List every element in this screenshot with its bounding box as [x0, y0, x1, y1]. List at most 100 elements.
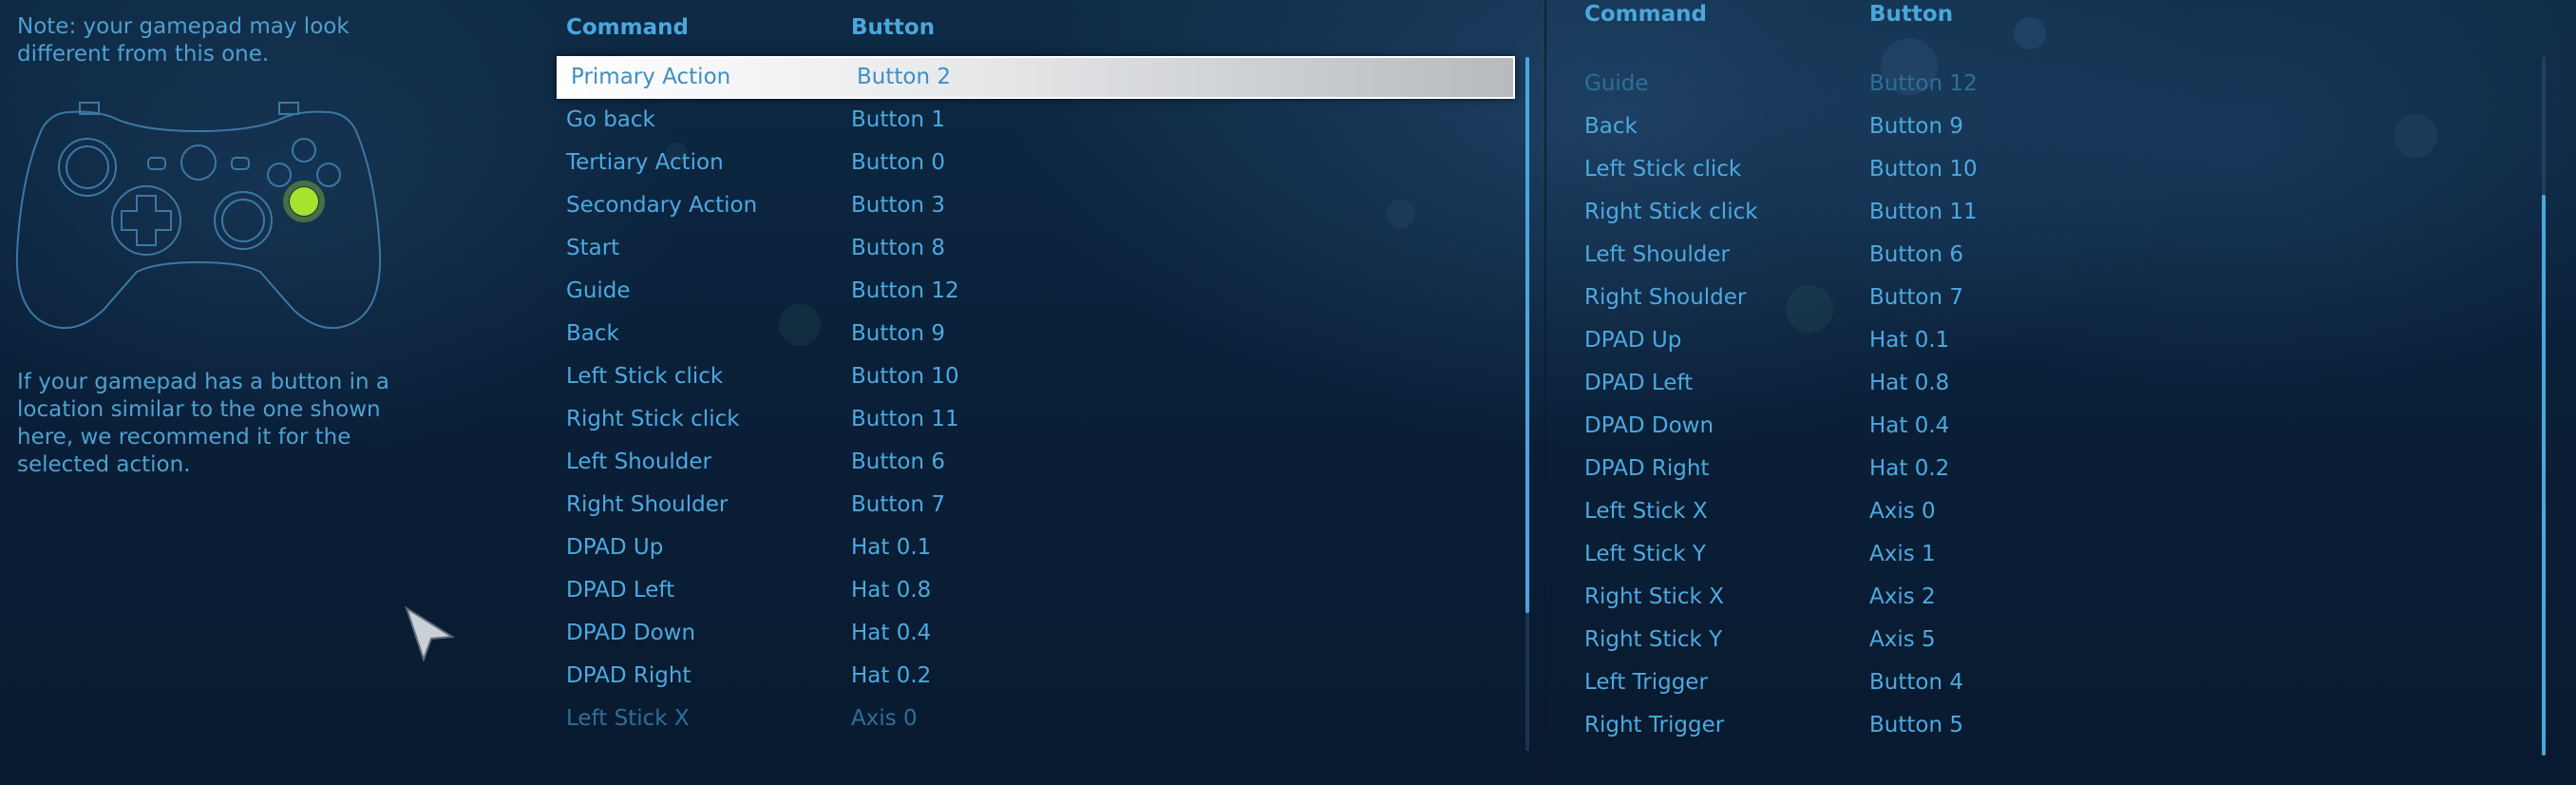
row-command: Left Stick X: [1584, 499, 1708, 524]
table-row[interactable]: Left Trigger Button 4: [1575, 661, 2430, 704]
table-row[interactable]: Right Stick Y Axis 5: [1575, 619, 2430, 661]
row-button: Button 9: [1869, 114, 1963, 139]
row-command: Left Stick Y: [1584, 542, 1706, 566]
gamepad-outline-icon: [15, 102, 382, 330]
row-command: Left Trigger: [1584, 670, 1708, 695]
table-row[interactable]: DPAD Left Hat 0.8: [557, 569, 1515, 612]
row-command: Secondary Action: [566, 193, 758, 218]
second-header-button: Button: [1869, 2, 1954, 27]
row-button: Hat 0.2: [1869, 456, 1950, 481]
row-command: Back: [1584, 114, 1638, 139]
table-row[interactable]: Back Button 9: [557, 313, 1515, 355]
table-row[interactable]: Start Button 8: [557, 227, 1515, 270]
table-row[interactable]: Guide Button 12: [1575, 63, 2430, 105]
row-command: DPAD Down: [566, 621, 696, 645]
table-row[interactable]: DPAD Down Hat 0.4: [557, 612, 1515, 655]
table-row[interactable]: Go back Button 1: [557, 99, 1515, 142]
table-row[interactable]: Left Shoulder Button 6: [1575, 234, 2430, 277]
row-command: Back: [566, 321, 619, 346]
row-command: Go back: [566, 107, 655, 132]
row-command: Right Stick X: [1584, 584, 1724, 609]
table-row[interactable]: Back Button 9: [1575, 105, 2430, 148]
row-button: Button 5: [1869, 713, 1963, 737]
row-button: Button 9: [851, 321, 945, 346]
table-row[interactable]: Left Stick click Button 10: [557, 355, 1515, 398]
row-button: Button 7: [851, 492, 945, 517]
row-button: Button 4: [1869, 670, 1963, 695]
row-command: Start: [566, 236, 620, 260]
row-button: Button 12: [851, 278, 959, 303]
table-row[interactable]: DPAD Left Hat 0.8: [1575, 362, 2430, 405]
gamepad-info: If your gamepad has a button in a locati…: [17, 370, 389, 477]
row-button: Hat 0.1: [851, 535, 932, 560]
main-header-button: Button: [851, 15, 936, 40]
row-command: Right Trigger: [1584, 713, 1725, 737]
row-button: Axis 0: [851, 706, 918, 731]
table-row[interactable]: DPAD Down Hat 0.4: [1575, 405, 2430, 448]
mouse-pointer-icon: [405, 605, 456, 663]
row-button: Hat 0.4: [851, 621, 932, 645]
row-button: Button 3: [851, 193, 945, 218]
row-button: Hat 0.8: [1869, 371, 1950, 395]
table-row[interactable]: DPAD Up Hat 0.1: [557, 527, 1515, 569]
row-button: Hat 0.1: [1869, 328, 1950, 353]
table-row[interactable]: Left Stick Y Axis 1: [1575, 533, 2430, 576]
row-button: Axis 2: [1869, 584, 1936, 609]
row-button: Hat 0.4: [1869, 413, 1950, 438]
second-scrollbar-thumb[interactable]: [2542, 195, 2546, 756]
row-button: Hat 0.2: [851, 663, 932, 688]
table-row[interactable]: DPAD Right Hat 0.2: [557, 655, 1515, 698]
table-row[interactable]: Right Trigger Button 5: [1575, 704, 2430, 747]
row-command: DPAD Down: [1584, 413, 1714, 438]
row-button: Button 6: [1869, 242, 1963, 267]
table-row[interactable]: Secondary Action Button 3: [557, 184, 1515, 227]
table-row[interactable]: DPAD Up Hat 0.1: [1575, 319, 2430, 362]
second-header-command: Command: [1584, 2, 1707, 27]
table-row[interactable]: Right Shoulder Button 7: [1575, 277, 2430, 319]
row-button: Button 10: [851, 364, 959, 389]
row-command: DPAD Right: [1584, 456, 1710, 481]
table-row[interactable]: Guide Button 12: [557, 270, 1515, 313]
table-row-primary-action[interactable]: Primary Action Button 2: [557, 56, 1515, 99]
main-scrollbar-thumb[interactable]: [1525, 57, 1529, 613]
table-row[interactable]: Right Stick click Button 11: [557, 398, 1515, 441]
row-command: DPAD Left: [1584, 371, 1694, 395]
table-row[interactable]: Right Stick X Axis 2: [1575, 576, 2430, 619]
row-command: Left Stick click: [1584, 157, 1742, 182]
table-row[interactable]: Left Stick click Button 10: [1575, 148, 2430, 191]
gamepad-note: Note: your gamepad may look different fr…: [17, 14, 350, 67]
row-command: Primary Action: [571, 65, 731, 89]
row-button: Button 12: [1869, 71, 1978, 96]
table-row[interactable]: Left Stick X Axis 0: [557, 698, 1515, 740]
row-button: Button 2: [857, 65, 951, 89]
row-button: Button 10: [1869, 157, 1978, 182]
row-button: Button 11: [1869, 200, 1978, 224]
row-button: Button 11: [851, 407, 959, 431]
panel-divider: [1544, 0, 1546, 785]
row-command: Right Stick click: [1584, 200, 1758, 224]
row-command: Left Stick X: [566, 706, 690, 731]
row-button: Button 1: [851, 107, 945, 132]
table-row[interactable]: Right Shoulder Button 7: [557, 484, 1515, 527]
row-command: Left Shoulder: [1584, 242, 1731, 267]
row-button: Button 8: [851, 236, 945, 260]
row-command: Tertiary Action: [566, 150, 724, 175]
table-row[interactable]: Left Shoulder Button 6: [557, 441, 1515, 484]
row-command: DPAD Left: [566, 578, 675, 603]
table-row[interactable]: Left Stick X Axis 0: [1575, 490, 2430, 533]
row-command: Right Shoulder: [1584, 285, 1747, 310]
row-command: Left Stick click: [566, 364, 724, 389]
row-command: DPAD Up: [566, 535, 664, 560]
row-button: Axis 1: [1869, 542, 1936, 566]
table-row[interactable]: DPAD Right Hat 0.2: [1575, 448, 2430, 490]
table-row[interactable]: Right Stick click Button 11: [1575, 191, 2430, 234]
row-button: Button 0: [851, 150, 945, 175]
row-button: Axis 0: [1869, 499, 1936, 524]
row-command: DPAD Right: [566, 663, 691, 688]
row-command: DPAD Up: [1584, 328, 1682, 353]
row-button: Hat 0.8: [851, 578, 932, 603]
table-row[interactable]: Tertiary Action Button 0: [557, 142, 1515, 184]
row-button: Button 6: [851, 450, 945, 474]
row-button: Axis 5: [1869, 627, 1936, 652]
row-button: Button 7: [1869, 285, 1963, 310]
